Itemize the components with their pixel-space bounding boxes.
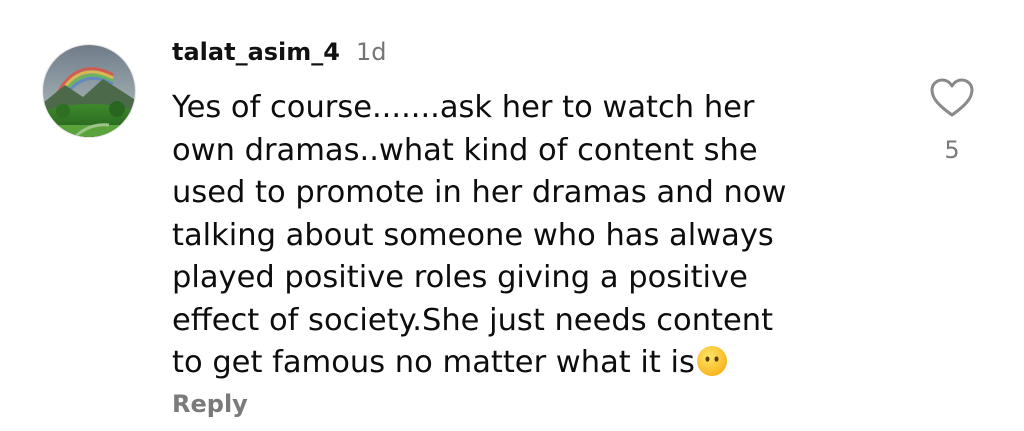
comment-text-line-last: to get famous no matter what it is — [172, 342, 862, 385]
comment-body: talat_asim_4 1d Yes of course.......ask … — [172, 38, 892, 385]
comment-timestamp: 1d — [355, 38, 387, 66]
reply-button[interactable]: Reply — [172, 390, 248, 418]
user-avatar[interactable] — [42, 44, 136, 138]
comment-meta: talat_asim_4 1d — [172, 38, 892, 72]
face-without-mouth-emoji-icon — [696, 345, 728, 377]
comment-text-line: to get famous no matter what it is — [172, 345, 695, 380]
like-button[interactable]: 5 — [928, 78, 976, 164]
comment-text: Yes of course.......ask her to watch her… — [172, 87, 862, 385]
heart-outline-icon[interactable] — [928, 78, 976, 118]
username-link[interactable]: talat_asim_4 — [172, 38, 340, 66]
comment-text-line: played positive roles giving a positive — [172, 260, 748, 295]
comment-text-line: used to promote in her dramas and now — [172, 175, 787, 210]
comment-item: talat_asim_4 1d Yes of course.......ask … — [0, 0, 1024, 431]
like-count: 5 — [944, 136, 960, 164]
comment-text-line: own dramas..what kind of content she — [172, 132, 758, 168]
comment-text-line: talking about someone who has always — [172, 217, 774, 253]
comment-text-line: effect of society.She just needs content — [172, 302, 774, 338]
comment-text-line: Yes of course.......ask her to watch her — [172, 90, 755, 125]
avatar-landscape-image — [43, 45, 135, 137]
